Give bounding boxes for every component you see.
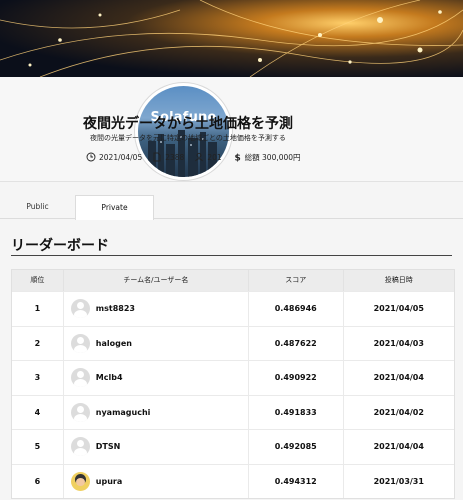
user-cell[interactable]: mst8823 [64,292,249,326]
table-row: 3 Mclb4 0.490922 2021/04/04 [12,360,454,395]
header-rank: 順位 [12,270,64,291]
user-cell[interactable]: Mclb4 [64,361,249,395]
table-row: 1 mst8823 0.486946 2021/04/05 [12,291,454,326]
avatar [70,333,90,353]
leaderboard-table: 順位 チーム名/ユーザー名 スコア 投稿日時 1 mst8823 0.48694… [11,269,455,499]
rank-cell: 6 [12,464,64,498]
username[interactable]: upura [96,477,122,486]
participant-count: 201 [207,152,222,162]
clock-icon [86,152,96,162]
avatar [70,471,90,491]
avatar [70,437,90,457]
username[interactable]: nyamaguchi [96,408,151,417]
score-cell: 0.487622 [249,326,344,360]
score-cell: 0.491833 [249,395,344,429]
divider [11,255,452,256]
username[interactable]: DTSN [96,442,121,451]
score-cell: 0.494312 [249,464,344,498]
competition-banner [0,0,463,77]
username[interactable]: mst8823 [96,304,135,313]
date-cell: 2021/04/04 [373,373,424,383]
user-cell[interactable]: DTSN [64,430,249,464]
date-cell: 2021/04/04 [373,442,424,452]
date-cell: 2021/04/02 [373,407,424,417]
user-icon [194,152,204,162]
prize-amount: 総額 300,000円 [244,152,301,162]
header-score: スコア [249,270,344,291]
leaderboard-title: リーダーボード [11,238,109,254]
header-team: チーム名/ユーザー名 [64,270,249,291]
table-header: 順位 チーム名/ユーザー名 スコア 投稿日時 [12,270,454,291]
score-cell: 0.486946 [249,292,344,326]
table-row: 6 upura 0.494312 2021/03/31 [12,463,454,498]
table-row: 4 nyamaguchi 0.491833 2021/04/02 [12,394,454,429]
tab-private[interactable]: Private [75,195,154,220]
competition-meta: 2021/04/05 2388 201 $ 総額 300,000円 [86,151,311,163]
tab-public[interactable]: Public [0,195,75,219]
username[interactable]: halogen [96,339,132,348]
competition-subtitle: 夜間の光量データを元に特定の地域ごとの土地価格を予測する [90,134,286,142]
competition-title: 夜間光データから土地価格を予測 [83,116,293,132]
rank-cell: 4 [12,395,64,429]
score-cell: 0.492085 [249,430,344,464]
header-date: 投稿日時 [384,276,413,284]
rank-cell: 1 [12,292,64,326]
username[interactable]: Mclb4 [96,373,123,382]
date-cell: 2021/04/03 [373,338,424,348]
dollar-icon: $ [232,152,242,163]
user-cell[interactable]: upura [64,464,249,498]
date-cell: 2021/04/05 [373,304,424,314]
date-cell: 2021/03/31 [373,476,424,486]
rank-cell: 5 [12,430,64,464]
document-icon [152,152,162,162]
submission-count: 2388 [165,152,185,162]
rank-cell: 3 [12,361,64,395]
avatar [70,402,90,422]
leaderboard-tabs: Public Private [0,195,463,220]
table-row: 5 DTSN 0.492085 2021/04/04 [12,429,454,464]
user-cell[interactable]: nyamaguchi [64,395,249,429]
score-cell: 0.490922 [249,361,344,395]
table-row: 2 halogen 0.487622 2021/04/03 [12,325,454,360]
user-cell[interactable]: halogen [64,326,249,360]
deadline-date: 2021/04/05 [99,152,143,162]
rank-cell: 2 [12,326,64,360]
svg-text:$: $ [234,154,240,163]
avatar [70,299,90,319]
avatar [70,368,90,388]
